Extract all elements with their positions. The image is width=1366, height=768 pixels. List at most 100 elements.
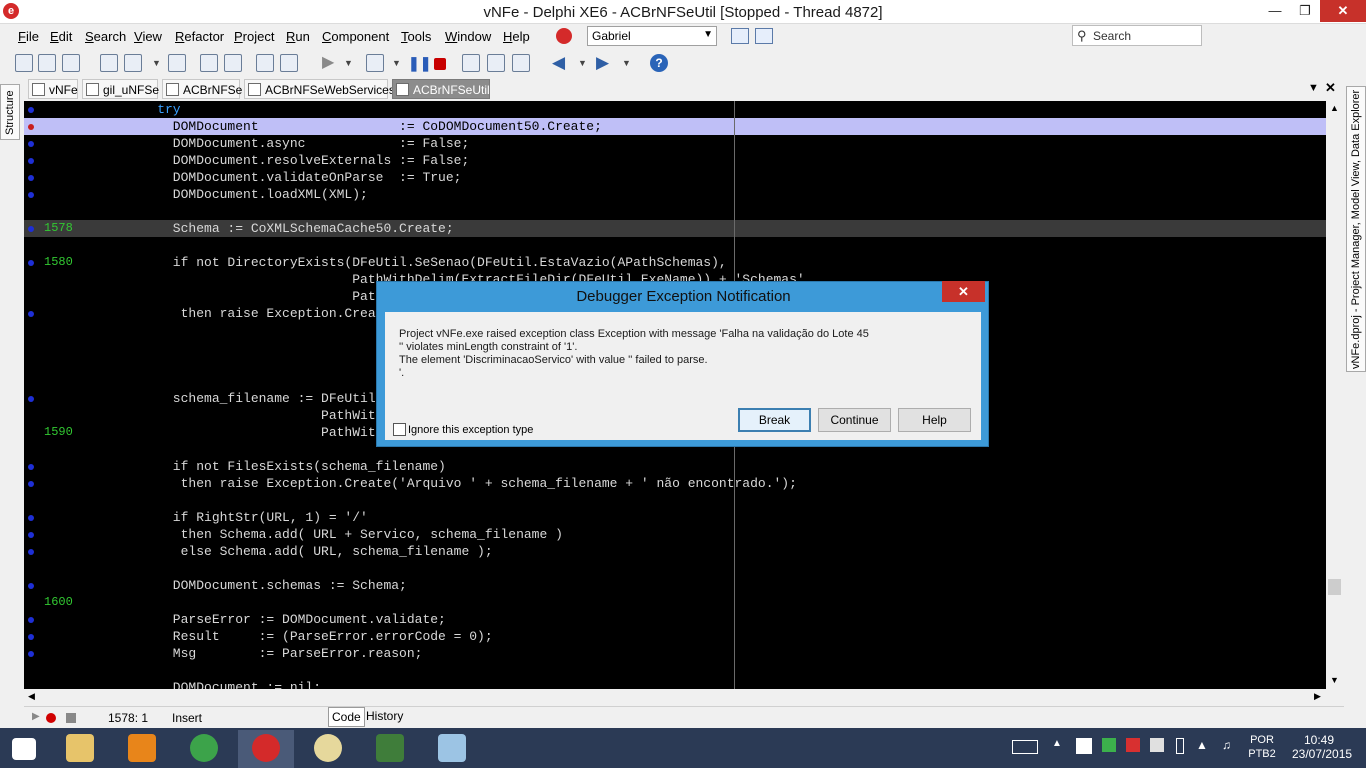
code-line[interactable] — [24, 237, 1326, 254]
menu-project[interactable]: Project — [234, 29, 274, 44]
tab-gil-unfse[interactable]: gil_uNFSe — [82, 79, 159, 99]
code-line[interactable]: then Schema.add( URL + Servico, schema_f… — [24, 526, 1326, 543]
code-line-current[interactable]: Schema := CoXMLSchemaCache50.Create; — [24, 220, 1326, 237]
scroll-down-icon[interactable]: ▼ — [1330, 675, 1339, 685]
maximize-button[interactable]: ❐ — [1290, 0, 1320, 22]
menu-tools[interactable]: Tools — [401, 29, 431, 44]
checkbox-box[interactable] — [393, 423, 406, 436]
start-button[interactable] — [0, 730, 56, 768]
code-line[interactable] — [24, 203, 1326, 220]
close-button[interactable]: ✕ — [1320, 0, 1366, 22]
scroll-right-icon[interactable]: ▶ — [1314, 691, 1321, 702]
breakpoint-dot-icon[interactable] — [28, 260, 34, 266]
save-desktop-icon[interactable] — [731, 28, 749, 44]
breakpoint-dot-icon[interactable] — [28, 107, 34, 113]
code-line[interactable]: ParseError := DOMDocument.validate; — [24, 611, 1326, 628]
taskbar-delphi[interactable] — [238, 730, 294, 768]
help-button[interactable]: Help — [898, 408, 971, 432]
breakpoint-dot-icon[interactable] — [28, 515, 34, 521]
code-line[interactable]: if RightStr(URL, 1) = '/' — [24, 509, 1326, 526]
taskbar-app[interactable] — [362, 730, 418, 768]
tab-history[interactable]: History — [366, 709, 403, 723]
structure-panel-tab[interactable]: Structure — [0, 84, 20, 140]
breakpoint-dot-icon[interactable] — [28, 226, 34, 232]
breakpoint-dot-icon[interactable] — [28, 311, 34, 317]
macro-play-icon[interactable]: ▶ — [32, 711, 40, 722]
horizontal-scrollbar[interactable]: ◀ ▶ — [24, 689, 1326, 706]
close-tab-icon[interactable]: ✕ — [1325, 80, 1336, 96]
menu-search[interactable]: Search — [85, 29, 126, 44]
scroll-thumb[interactable] — [1328, 579, 1341, 595]
breakpoint-dot-icon[interactable] — [28, 583, 34, 589]
chevron-down-icon[interactable]: ▼ — [578, 54, 588, 72]
menu-edit[interactable]: Edit — [50, 29, 72, 44]
run-icon[interactable]: ▶ — [322, 54, 340, 72]
volume-icon[interactable]: ♫ — [1222, 738, 1236, 752]
tab-code[interactable]: Code — [328, 707, 365, 727]
code-line[interactable] — [24, 662, 1326, 679]
code-line[interactable]: if not DirectoryExists(DFeUtil.SeSenao(D… — [24, 254, 1326, 271]
forward-arrow-icon[interactable]: ▶ — [596, 54, 614, 72]
code-line[interactable]: Result := (ParseError.errorCode = 0); — [24, 628, 1326, 645]
open-icon[interactable] — [38, 54, 56, 72]
tray-network-icon[interactable] — [1150, 738, 1164, 752]
breakpoint-dot-icon[interactable] — [28, 158, 34, 164]
tab-vnfe[interactable]: vNFe — [28, 79, 78, 99]
code-line[interactable]: DOMDocument.schemas := Schema; — [24, 577, 1326, 594]
breakpoint-dot-icon[interactable] — [28, 175, 34, 181]
action-center-icon[interactable] — [1076, 738, 1092, 754]
refresh-icon[interactable] — [224, 54, 242, 72]
macro-record-icon[interactable] — [46, 713, 56, 723]
remove-from-project-icon[interactable] — [280, 54, 298, 72]
trace-into-icon[interactable] — [462, 54, 480, 72]
code-line[interactable]: else Schema.add( URL, schema_filename ); — [24, 543, 1326, 560]
breakpoint-dot-icon[interactable] — [28, 481, 34, 487]
scroll-left-icon[interactable]: ◀ — [28, 691, 35, 702]
ide-search-input[interactable]: ⚲ Search — [1072, 25, 1202, 46]
taskbar-app[interactable] — [300, 730, 356, 768]
break-button[interactable]: Break — [738, 408, 811, 432]
signal-icon[interactable]: ▲ — [1196, 738, 1212, 754]
help-icon[interactable]: ? — [650, 54, 668, 72]
code-line[interactable]: DOMDocument.loadXML(XML); — [24, 186, 1326, 203]
code-line[interactable]: DOMDocument.async := False; — [24, 135, 1326, 152]
taskbar-app[interactable] — [424, 730, 480, 768]
menu-run[interactable]: Run — [286, 29, 310, 44]
code-line[interactable]: try — [24, 101, 1326, 118]
menu-window[interactable]: Window — [445, 29, 491, 44]
tray-clock[interactable]: 10:49 23/07/2015 — [1292, 733, 1352, 761]
code-line[interactable]: DOMDocument.validateOnParse := True; — [24, 169, 1326, 186]
taskbar-chrome[interactable] — [176, 730, 232, 768]
breakpoint-dot-icon[interactable] — [28, 634, 34, 640]
chevron-down-icon[interactable]: ▼ — [344, 54, 354, 72]
chevron-down-icon[interactable]: ▼ — [152, 54, 162, 72]
breakpoint-dot-icon[interactable] — [28, 396, 34, 402]
vertical-scrollbar[interactable]: ▲ ▼ — [1326, 101, 1344, 689]
breakpoint-dot-icon[interactable] — [28, 549, 34, 555]
project-manager-panel-tab[interactable]: vNFe.dproj - Project Manager, Model View… — [1346, 86, 1366, 372]
code-line[interactable]: Msg := ParseError.reason; — [24, 645, 1326, 662]
back-arrow-icon[interactable]: ◀ — [552, 54, 570, 72]
scroll-up-icon[interactable]: ▲ — [1330, 103, 1339, 113]
code-line[interactable]: DOMDocument := nil; — [24, 679, 1326, 689]
new-items-icon[interactable] — [15, 54, 33, 72]
breakpoint-dot-icon[interactable] — [28, 192, 34, 198]
tab-list-chevron-icon[interactable]: ▼ — [1308, 82, 1319, 94]
menu-view[interactable]: View — [134, 29, 162, 44]
minimize-button[interactable]: — — [1260, 0, 1290, 22]
menu-refactor[interactable]: Refactor — [175, 29, 224, 44]
code-line[interactable]: DOMDocument.resolveExternals := False; — [24, 152, 1326, 169]
menu-help[interactable]: Help — [503, 29, 530, 44]
open-project-icon[interactable] — [62, 54, 80, 72]
pause-icon[interactable]: ❚❚ — [408, 54, 431, 72]
stop-icon[interactable] — [434, 58, 446, 70]
tray-check-icon[interactable] — [1102, 738, 1116, 752]
desktop-layout-combo[interactable]: Gabriel ▼ — [587, 26, 717, 46]
breakpoint-dot-icon[interactable] — [28, 464, 34, 470]
code-line[interactable] — [24, 560, 1326, 577]
breakpoint-dot-icon[interactable] — [28, 141, 34, 147]
ignore-exception-checkbox[interactable]: Ignore this exception type — [393, 423, 533, 436]
tab-acbrnfseutil[interactable]: ACBrNFSeUtil — [392, 79, 490, 99]
code-line-execution-point[interactable]: DOMDocument := CoDOMDocument50.Create; — [24, 118, 1326, 135]
set-debug-desktop-icon[interactable] — [755, 28, 773, 44]
